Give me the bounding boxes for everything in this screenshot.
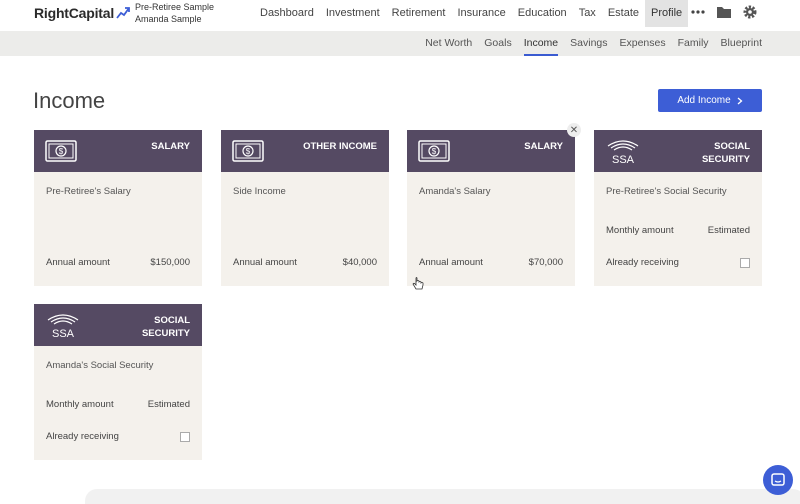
- row-value: $70,000: [528, 257, 563, 268]
- toolbar: [690, 4, 758, 20]
- chat-icon: [771, 473, 785, 486]
- client-secondary: Amanda Sample: [135, 14, 202, 24]
- hand-cursor-icon: [412, 277, 424, 290]
- card-row: Monthly amount Estimated: [606, 225, 750, 236]
- row-value: Estimated: [707, 225, 750, 236]
- card-row: Annual amount $150,000: [46, 257, 190, 268]
- card-header: SSA SOCIAL SECURITY: [594, 130, 762, 172]
- card-header: $ SALARY: [407, 130, 575, 172]
- nav-estate[interactable]: Estate: [602, 0, 645, 27]
- row-label: Monthly amount: [606, 225, 674, 236]
- dollar-bill-icon: $: [418, 140, 450, 162]
- card-header: SSA SOCIAL SECURITY: [34, 304, 202, 346]
- svg-text:SSA: SSA: [52, 328, 75, 339]
- brand-name: RightCapital: [34, 5, 115, 21]
- svg-text:$: $: [246, 147, 251, 156]
- subnav-income[interactable]: Income: [523, 31, 559, 56]
- row-label: Monthly amount: [46, 399, 114, 410]
- card-type: OTHER INCOME: [303, 141, 377, 152]
- rightcapital-logo[interactable]: RightCapital: [34, 5, 130, 21]
- card-type: SOCIAL SECURITY: [701, 141, 750, 165]
- nav-profile[interactable]: Profile: [645, 0, 689, 27]
- card-row: Annual amount $40,000: [233, 257, 377, 268]
- card-type: SALARY: [151, 141, 190, 152]
- income-card[interactable]: $ SALARY Pre-Retiree's Salary Annual amo…: [34, 130, 202, 286]
- nav-tax[interactable]: Tax: [573, 0, 602, 27]
- chevron-right-icon: [737, 97, 743, 104]
- main-nav: Dashboard Investment Retirement Insuranc…: [254, 0, 689, 27]
- chat-button[interactable]: [763, 465, 793, 495]
- subnav-family[interactable]: Family: [678, 31, 709, 56]
- ssa-logo-icon: SSA: [607, 140, 639, 165]
- nav-investment[interactable]: Investment: [320, 0, 386, 27]
- svg-text:$: $: [432, 147, 437, 156]
- subnav-savings[interactable]: Savings: [570, 31, 607, 56]
- more-icon[interactable]: [690, 4, 706, 20]
- card-type: SALARY: [524, 141, 563, 152]
- row-label: Already receiving: [606, 257, 679, 268]
- sub-nav: Net Worth Goals Income Savings Expenses …: [425, 31, 762, 56]
- card-row: Monthly amount Estimated: [46, 399, 190, 410]
- income-card[interactable]: $ SALARY Amanda's Salary Annual amount $…: [407, 130, 575, 286]
- subnav-expenses[interactable]: Expenses: [620, 31, 666, 56]
- ssa-logo-icon: SSA: [47, 314, 79, 339]
- row-label: Annual amount: [233, 257, 297, 268]
- subnav-blueprint[interactable]: Blueprint: [721, 31, 762, 56]
- already-receiving-checkbox[interactable]: [180, 431, 190, 442]
- delete-card-button[interactable]: ✕: [567, 123, 581, 137]
- row-label: Already receiving: [46, 431, 119, 442]
- nav-dashboard[interactable]: Dashboard: [254, 0, 320, 27]
- dollar-bill-icon: $: [232, 140, 264, 162]
- gear-icon[interactable]: [742, 4, 758, 20]
- income-card[interactable]: $ OTHER INCOME Side Income Annual amount…: [221, 130, 389, 286]
- card-header: $ OTHER INCOME: [221, 130, 389, 172]
- row-label: Annual amount: [46, 257, 110, 268]
- svg-text:$: $: [59, 147, 64, 156]
- subnav-net-worth[interactable]: Net Worth: [425, 31, 472, 56]
- footer-band: [85, 489, 800, 504]
- folder-icon[interactable]: [716, 4, 732, 20]
- client-switcher[interactable]: Pre-Retiree Sample Amanda Sample: [135, 1, 214, 25]
- already-receiving-checkbox[interactable]: [740, 257, 750, 268]
- subnav-goals[interactable]: Goals: [484, 31, 511, 56]
- add-income-button[interactable]: Add Income: [658, 89, 762, 112]
- card-name: Pre-Retiree's Social Security: [606, 186, 727, 197]
- card-name: Amanda's Salary: [419, 186, 491, 197]
- svg-text:SSA: SSA: [612, 154, 635, 165]
- card-name: Pre-Retiree's Salary: [46, 186, 131, 197]
- nav-education[interactable]: Education: [512, 0, 573, 27]
- client-primary: Pre-Retiree Sample: [135, 2, 215, 12]
- chart-arrow-icon: [116, 7, 130, 19]
- card-type: SOCIAL SECURITY: [141, 315, 190, 339]
- row-value: $40,000: [342, 257, 377, 268]
- nav-insurance[interactable]: Insurance: [451, 0, 511, 27]
- nav-retirement[interactable]: Retirement: [386, 0, 452, 27]
- income-card[interactable]: SSA SOCIAL SECURITY Amanda's Social Secu…: [34, 304, 202, 460]
- card-name: Amanda's Social Security: [46, 360, 154, 371]
- sub-nav-bar: Net Worth Goals Income Savings Expenses …: [0, 31, 800, 56]
- row-label: Annual amount: [419, 257, 483, 268]
- card-name: Side Income: [233, 186, 286, 197]
- page-title: Income: [33, 88, 106, 113]
- card-row: Already receiving: [606, 257, 750, 268]
- add-income-label: Add Income: [677, 95, 731, 106]
- dollar-bill-icon: $: [45, 140, 77, 162]
- row-value: Estimated: [147, 399, 190, 410]
- card-header: $ SALARY: [34, 130, 202, 172]
- card-row: Already receiving: [46, 431, 190, 442]
- row-value: $150,000: [150, 257, 190, 268]
- close-icon: ✕: [569, 124, 579, 136]
- income-card[interactable]: SSA SOCIAL SECURITY Pre-Retiree's Social…: [594, 130, 762, 286]
- card-row: Annual amount $70,000: [419, 257, 563, 268]
- top-bar: RightCapital Pre-Retiree Sample Amanda S…: [0, 0, 800, 31]
